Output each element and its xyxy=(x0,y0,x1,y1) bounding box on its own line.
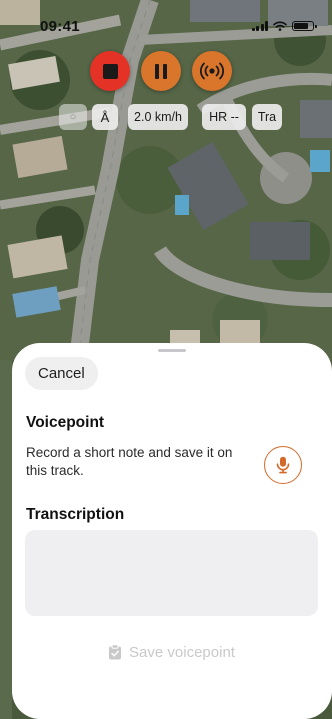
sheet-grabber[interactable] xyxy=(158,349,186,352)
track-chip[interactable]: Tra xyxy=(252,104,282,130)
stop-icon xyxy=(102,63,118,79)
microphone-icon xyxy=(276,456,290,474)
stop-recording-button[interactable] xyxy=(90,51,130,91)
record-voice-button[interactable] xyxy=(264,446,302,484)
transcription-field[interactable] xyxy=(25,530,318,616)
cellular-signal-icon xyxy=(251,21,268,31)
pause-recording-button[interactable] xyxy=(141,51,181,91)
compass-chip[interactable]: Å xyxy=(92,104,118,130)
wifi-icon xyxy=(273,21,287,31)
live-broadcast-button[interactable] xyxy=(192,51,232,91)
pause-icon xyxy=(155,63,159,79)
gps-chip[interactable]: ○ xyxy=(59,104,87,130)
broadcast-icon xyxy=(200,62,224,80)
transcription-title: Transcription xyxy=(26,506,125,523)
status-icons xyxy=(251,21,317,31)
pause-icon-bar xyxy=(163,63,167,79)
heart-rate-chip[interactable]: HR -- xyxy=(202,104,246,130)
voicepoint-sheet: Cancel Voicepoint Record a short note an… xyxy=(12,343,332,719)
status-bar: 09:41 xyxy=(0,0,332,44)
battery-icon xyxy=(292,21,317,31)
recording-controls xyxy=(90,51,232,91)
voicepoint-title: Voicepoint xyxy=(26,414,105,431)
clipboard-icon xyxy=(109,644,122,660)
save-voicepoint-label: Save voicepoint xyxy=(129,643,235,661)
speed-chip[interactable]: 2.0 km/h xyxy=(128,104,188,130)
cancel-button[interactable]: Cancel xyxy=(25,357,98,390)
save-voicepoint-button[interactable]: Save voicepoint xyxy=(25,635,318,669)
voicepoint-description: Record a short note and save it on this … xyxy=(26,445,233,478)
status-time: 09:41 xyxy=(40,18,80,35)
